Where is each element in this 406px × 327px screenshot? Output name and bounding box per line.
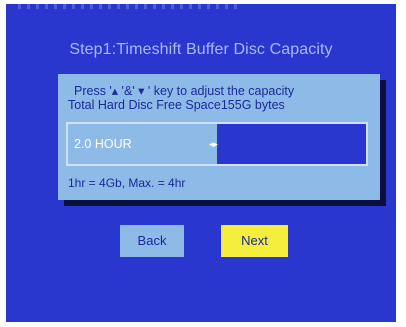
instructions: Press '▴ '&' ▾ ' key to adjust the capac… bbox=[68, 84, 294, 112]
capacity-slider[interactable]: 2.0 HOUR ◂▸ bbox=[66, 122, 368, 166]
capacity-panel: Press '▴ '&' ▾ ' key to adjust the capac… bbox=[58, 74, 380, 200]
top-edge-artifact bbox=[12, 4, 242, 9]
tv-screen: Step1:Timeshift Buffer Disc Capacity Pre… bbox=[6, 4, 396, 322]
dialog-title: Step1:Timeshift Buffer Disc Capacity bbox=[69, 41, 333, 58]
slider-handle-icon[interactable]: ◂▸ bbox=[209, 138, 218, 150]
capacity-note: 1hr = 4Gb, Max. = 4hr bbox=[68, 176, 186, 190]
free-space-text: Total Hard Disc Free Space155G bytes bbox=[68, 98, 285, 112]
capacity-value: 2.0 HOUR bbox=[74, 137, 132, 151]
instruction-text: Press '▴ '&' ▾ ' key to adjust the capac… bbox=[74, 84, 295, 98]
back-button[interactable]: Back bbox=[120, 225, 184, 257]
next-button[interactable]: Next bbox=[221, 225, 288, 257]
